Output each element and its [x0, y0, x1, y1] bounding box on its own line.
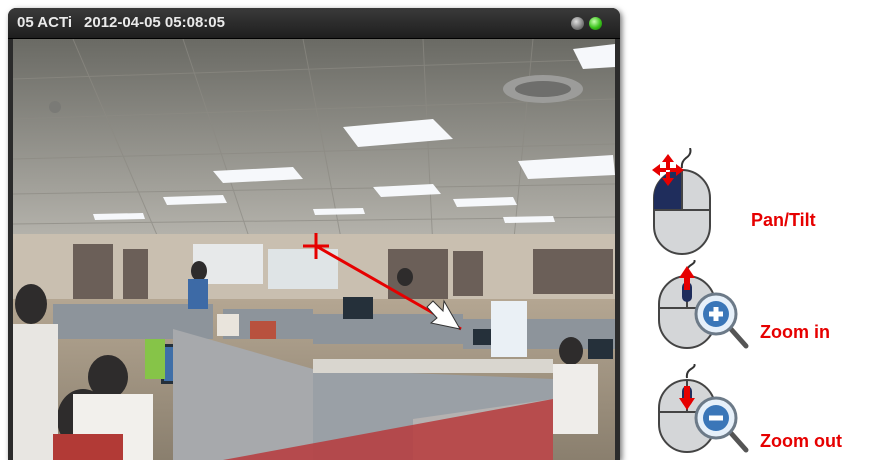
zoom-out-label: Zoom out [760, 431, 842, 451]
mouse-pan-icon [652, 148, 711, 255]
status-led-gray[interactable] [571, 17, 584, 30]
viewer-title: 05 ACTi 2012-04-05 05:08:05 [17, 14, 225, 31]
camera-timestamp: 2012-04-05 05:08:05 [84, 14, 225, 31]
camera-viewer: 05 ACTi 2012-04-05 05:08:05 [8, 8, 620, 460]
mouse-zoom-in-icon [658, 260, 749, 349]
camera-name: 05 ACTi [17, 14, 73, 31]
mouse-zoom-out-icon [658, 364, 749, 453]
status-led-green[interactable] [589, 17, 602, 30]
video-feed[interactable] [13, 39, 615, 460]
viewer-titlebar: 05 ACTi 2012-04-05 05:08:05 [8, 8, 620, 39]
zoom-in-label: Zoom in [760, 322, 830, 342]
pan-tilt-label: Pan/Tilt [751, 210, 816, 230]
office-scene [13, 39, 615, 460]
